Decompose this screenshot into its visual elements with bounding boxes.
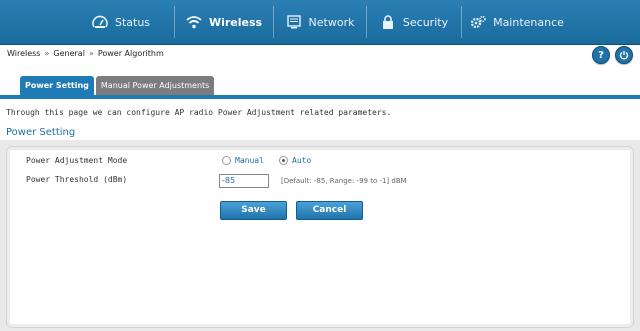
nav-wireless-label: Wireless: [208, 15, 263, 29]
auto-radio[interactable]: [279, 156, 288, 165]
wifi-icon: [186, 16, 202, 29]
cancel-button[interactable]: Cancel: [296, 201, 363, 220]
question-mark-icon: ?: [598, 49, 604, 61]
top-navigation-bar: Status Wireless Network Security Mainten…: [0, 0, 640, 45]
nav-security[interactable]: Security: [366, 6, 461, 38]
power-icon: [619, 50, 629, 60]
nav-network[interactable]: Network: [273, 6, 366, 38]
nav-maintenance-label: Maintenance: [493, 15, 564, 29]
breadcrumb-power-algorithm: Power Algorithm: [97, 49, 164, 58]
manual-radio-label[interactable]: Manual: [235, 156, 264, 165]
breadcrumb-separator: »: [44, 49, 50, 58]
main-menu: Status Wireless Network Security Mainten…: [68, 6, 572, 38]
breadcrumb: Wireless» General» Power Algorithm: [7, 49, 164, 58]
manual-radio[interactable]: [222, 156, 231, 165]
nav-security-label: Security: [402, 15, 449, 29]
settings-panel: [6, 146, 634, 328]
nav-network-label: Network: [308, 15, 355, 29]
gears-icon: [470, 15, 486, 29]
tab-bar: Power Setting Manual Power Adjustments: [20, 76, 216, 95]
power-threshold-label: Power Threshold (dBm): [26, 175, 128, 184]
nav-status[interactable]: Status: [68, 6, 174, 38]
help-button[interactable]: ?: [592, 46, 610, 64]
breadcrumb-bar: Wireless» General» Power Algorithm: [0, 44, 640, 66]
breadcrumb-wireless[interactable]: Wireless: [7, 49, 40, 58]
network-icon: [286, 15, 301, 29]
breadcrumb-general[interactable]: General: [53, 49, 85, 58]
tab-manual-power-adjustments[interactable]: Manual Power Adjustments: [95, 76, 215, 95]
power-threshold-input[interactable]: -85: [219, 174, 269, 188]
speedometer-icon: [92, 15, 108, 28]
lock-icon: [382, 15, 393, 29]
power-threshold-hint: [Default: -85, Range: -99 to -1] dBM: [281, 177, 407, 185]
power-mode-label: Power Adjustment Mode: [26, 156, 128, 165]
section-title: Power Setting: [6, 127, 76, 138]
tab-underline: [0, 95, 640, 99]
logout-button[interactable]: [615, 46, 633, 64]
page-description: Through this page we can configure AP ra…: [6, 108, 392, 117]
nav-wireless[interactable]: Wireless: [174, 6, 273, 38]
nav-status-label: Status: [114, 15, 151, 29]
auto-radio-label[interactable]: Auto: [292, 156, 311, 165]
nav-maintenance[interactable]: Maintenance: [461, 6, 572, 38]
save-button[interactable]: Save: [220, 201, 287, 220]
breadcrumb-separator: »: [88, 49, 94, 58]
tab-power-setting[interactable]: Power Setting: [20, 76, 94, 95]
